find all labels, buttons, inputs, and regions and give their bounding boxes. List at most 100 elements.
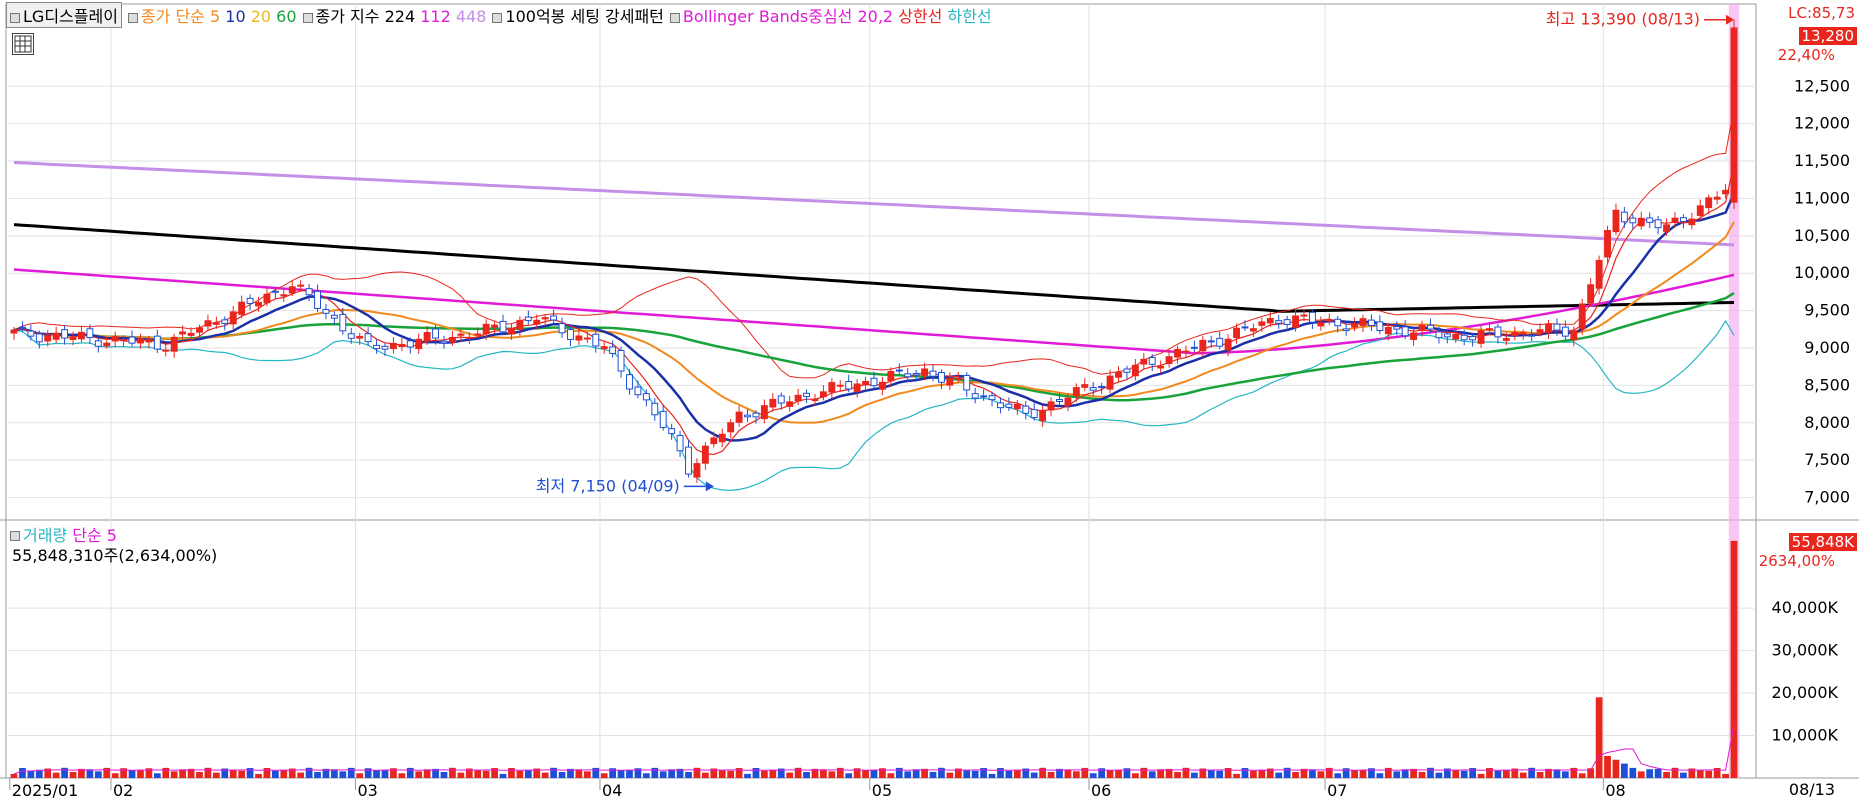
volume-bar <box>988 773 996 778</box>
volume-bar <box>794 767 802 778</box>
stock-selector[interactable]: LG디스플레이 <box>6 2 122 28</box>
volume-bar <box>170 771 178 778</box>
candle-body <box>229 311 237 325</box>
volume-bar <box>971 770 979 778</box>
candle-body <box>1292 315 1300 328</box>
volume-bar <box>508 768 515 778</box>
candle-body <box>364 333 372 343</box>
candle-body <box>1064 397 1072 406</box>
candle-body <box>600 346 608 350</box>
candle-body <box>760 405 768 420</box>
current-price-pct: 22,40% <box>1777 46 1835 64</box>
candle-body <box>1030 409 1038 419</box>
volume-bar <box>305 767 313 778</box>
volume-bar <box>1418 771 1426 778</box>
volume-bar <box>406 767 414 778</box>
candle-body <box>86 328 94 339</box>
candle-body <box>786 401 794 407</box>
volume-bar <box>541 772 549 778</box>
volume-bar <box>862 770 869 778</box>
candle-body <box>651 402 659 416</box>
candle-body <box>997 402 1004 409</box>
volume-bar <box>1671 767 1679 778</box>
candle-body <box>727 422 735 433</box>
legend-bb[interactable]: Bollinger Bands중심선 20,2 상한선 하한선 <box>669 3 992 27</box>
volume-bar <box>229 769 237 778</box>
ma60-label: 60 <box>276 7 297 26</box>
date-tick-label: 03 <box>357 781 377 800</box>
volume-bar <box>255 773 262 778</box>
candle-body <box>389 342 397 350</box>
candle-body <box>415 338 423 350</box>
legend-ma[interactable]: 종가 단순 5 10 20 60 <box>127 3 297 27</box>
candle-body <box>1469 335 1477 341</box>
current-price-tag: 13,280 <box>1798 27 1857 45</box>
candle-body <box>440 340 448 344</box>
legend-idx[interactable]: 종가 지수 224 112 448 <box>302 3 486 27</box>
candle-body <box>212 322 220 325</box>
price-tick-label: 10,500 <box>1794 226 1850 245</box>
candle-body <box>465 336 473 339</box>
candle-body <box>1502 338 1510 341</box>
candle-body <box>111 336 119 342</box>
candle-body <box>1511 332 1519 336</box>
candle-body <box>1486 328 1493 331</box>
candle-body <box>1005 403 1013 408</box>
volume-bar <box>398 773 406 778</box>
volume-bar <box>1604 755 1611 778</box>
volume-bar <box>1039 767 1046 778</box>
volume-bar <box>1317 771 1325 778</box>
candle-body <box>1098 386 1106 389</box>
candle-body <box>828 382 836 393</box>
candle-body <box>853 383 861 392</box>
candle-body <box>642 393 650 401</box>
legend-pattern[interactable]: 100억봉 세팅 강세패턴 <box>492 3 664 27</box>
volume-bar <box>1393 771 1401 778</box>
volume-bar <box>1435 772 1443 778</box>
volume-bar <box>162 767 170 778</box>
candle-body <box>541 317 549 320</box>
volume-bar <box>702 772 709 778</box>
calculator-icon[interactable] <box>12 33 34 55</box>
candle-body <box>221 319 229 324</box>
price-tick-label: 11,000 <box>1794 188 1850 207</box>
candle-body <box>1637 217 1645 227</box>
candle-body <box>1308 311 1316 323</box>
candle-body <box>1578 303 1586 330</box>
date-tick-label: 2025/01 <box>12 781 78 800</box>
candle-body <box>550 315 558 321</box>
candle-body <box>128 336 136 344</box>
candle-body <box>1334 318 1342 327</box>
candle-body <box>474 333 482 336</box>
candle-body <box>491 324 499 328</box>
price-panel-frame <box>5 3 1757 521</box>
volume-bar <box>52 772 60 778</box>
volume-bar <box>272 770 279 778</box>
price-tick-label: 12,000 <box>1794 114 1850 133</box>
volume-bar <box>938 767 945 778</box>
bb-lower-line <box>13 319 1735 492</box>
volume-bar <box>1013 769 1021 778</box>
candle-body <box>1561 326 1569 337</box>
candle-body <box>1443 333 1451 338</box>
candle-body <box>803 392 810 397</box>
candle-body <box>1587 284 1595 304</box>
candle-body <box>1418 324 1426 331</box>
candle-body <box>1072 387 1080 397</box>
candle-body <box>153 335 161 350</box>
candle-body <box>887 371 895 382</box>
stock-name: LG디스플레이 <box>23 7 118 26</box>
candle-body <box>769 398 777 408</box>
volume-bar <box>1486 768 1493 778</box>
volume-bar <box>10 773 18 778</box>
candle-body <box>1410 332 1418 340</box>
volume-bar <box>153 773 161 778</box>
candle-body <box>18 326 26 329</box>
high-annotation: 최고 13,390 (08/13) <box>1546 10 1700 29</box>
candle-body <box>701 445 709 464</box>
candle-body <box>406 340 414 348</box>
volume-bar <box>482 770 490 778</box>
date-tick-label: 08 <box>1605 781 1625 800</box>
volume-bar <box>204 767 212 778</box>
volume-panel-frame <box>5 519 1757 779</box>
